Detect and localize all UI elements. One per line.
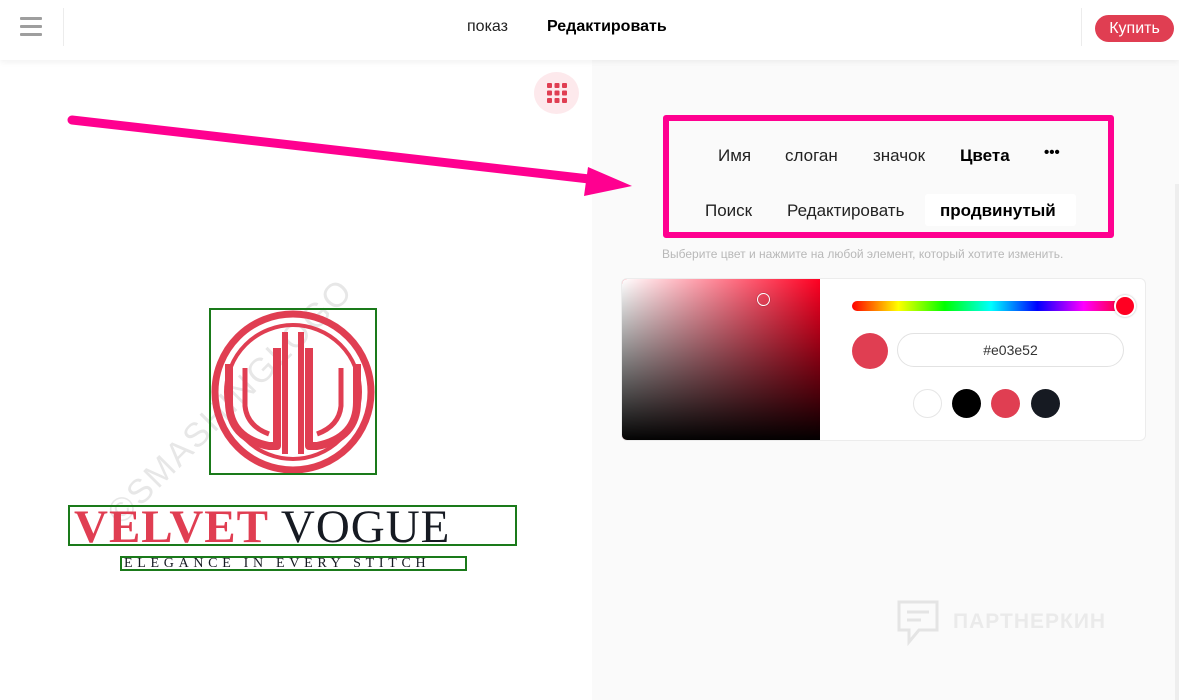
- current-color-swatch: [852, 333, 888, 369]
- nav-preview[interactable]: показ: [467, 18, 508, 36]
- buy-button[interactable]: Купить: [1095, 15, 1174, 42]
- header-divider: [1081, 8, 1082, 46]
- tab-colors[interactable]: Цвета: [960, 146, 1010, 166]
- brand-word-vogue: VOGUE: [280, 505, 451, 546]
- hue-slider[interactable]: [852, 301, 1130, 311]
- brand-word-velvet: VELVET: [74, 505, 269, 546]
- vv-emblem-icon: [211, 310, 375, 474]
- saturation-value-area[interactable]: [622, 279, 820, 440]
- header-divider: [63, 8, 64, 46]
- tab-search[interactable]: Поиск: [705, 201, 752, 221]
- partnerkin-watermark: ПАРТНЕРКИН: [895, 598, 1106, 646]
- tab-slogan[interactable]: слоган: [785, 146, 838, 166]
- hue-handle[interactable]: [1114, 295, 1136, 317]
- slogan-box[interactable]: ELEGANCE IN EVERY STITCH: [120, 556, 467, 571]
- color-picker: [621, 278, 1146, 441]
- top-header: показ Редактировать Купить: [0, 0, 1179, 60]
- partnerkin-text: ПАРТНЕРКИН: [953, 610, 1107, 633]
- panel-scrollbar[interactable]: [1175, 184, 1179, 700]
- nav-edit[interactable]: Редактировать: [547, 18, 667, 36]
- brand-name-box[interactable]: VELVET VOGUE: [68, 505, 517, 546]
- sv-handle[interactable]: [757, 293, 770, 306]
- grid-button[interactable]: [534, 72, 579, 114]
- more-icon[interactable]: •••: [1044, 144, 1060, 161]
- swatch-red[interactable]: [991, 389, 1020, 418]
- swatch-black[interactable]: [952, 389, 981, 418]
- tab-name[interactable]: Имя: [718, 146, 751, 166]
- tab-icon[interactable]: значок: [873, 146, 925, 166]
- color-hint: Выберите цвет и нажмите на любой элемент…: [662, 247, 1064, 261]
- menu-icon[interactable]: [20, 17, 42, 37]
- logo-emblem[interactable]: [209, 308, 377, 475]
- tab-edit[interactable]: Редактировать: [787, 201, 904, 221]
- brand-name: VELVET VOGUE: [74, 505, 451, 546]
- tab-advanced[interactable]: продвинутый: [940, 201, 1056, 221]
- hex-input[interactable]: [897, 333, 1124, 367]
- slogan-text: ELEGANCE IN EVERY STITCH: [124, 556, 431, 571]
- swatch-dark-navy[interactable]: [1031, 389, 1060, 418]
- swatch-white[interactable]: [913, 389, 942, 418]
- partnerkin-logo-icon: [897, 600, 939, 646]
- grid-icon: [546, 83, 567, 103]
